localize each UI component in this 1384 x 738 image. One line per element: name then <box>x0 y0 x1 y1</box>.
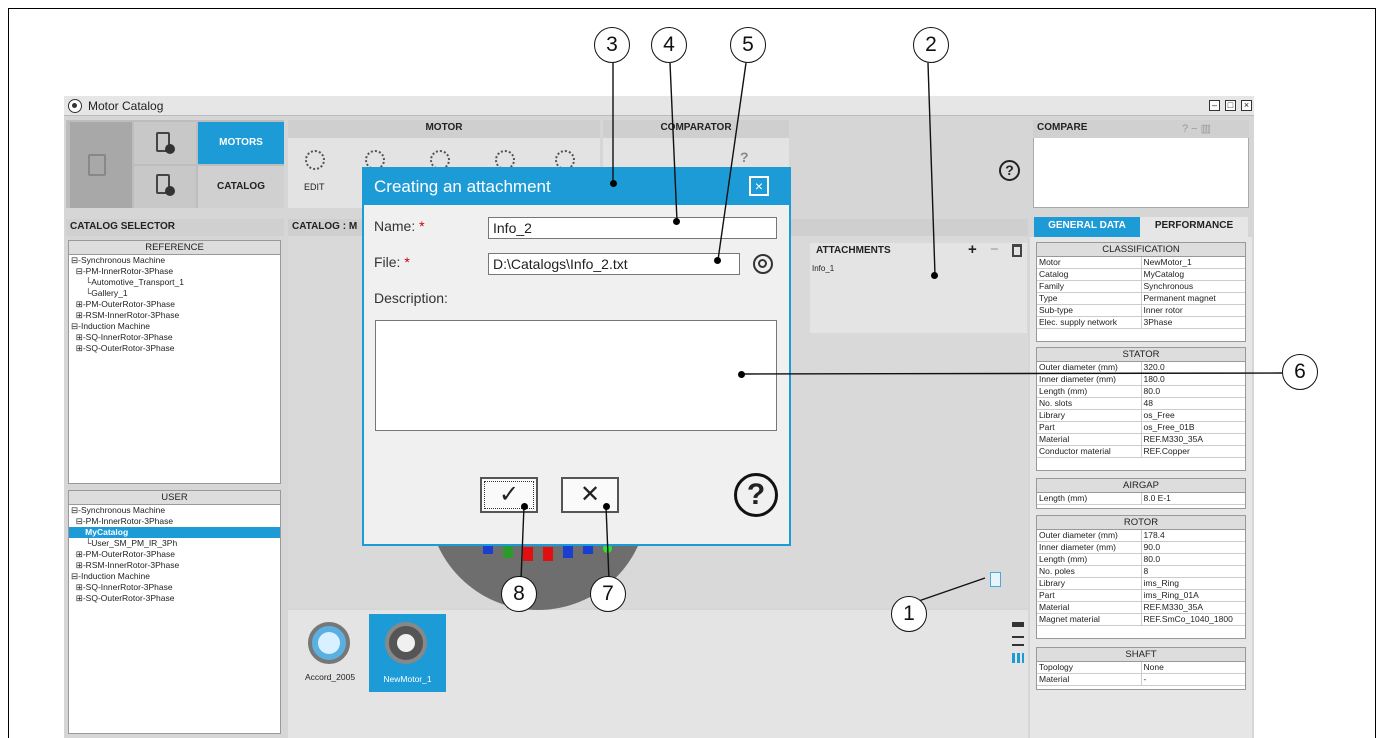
callout-1: 1 <box>891 596 927 632</box>
callout-dot <box>738 371 745 378</box>
callout-4: 4 <box>651 27 687 63</box>
callout-5: 5 <box>730 27 766 63</box>
callout-7: 7 <box>590 576 626 612</box>
callout-dot <box>931 272 938 279</box>
callout-dot <box>714 257 721 264</box>
callout-dot <box>673 218 680 225</box>
callout-dot <box>610 180 617 187</box>
callout-8: 8 <box>501 576 537 612</box>
callout-dot <box>521 503 528 510</box>
callout-6: 6 <box>1282 354 1318 390</box>
callout-3: 3 <box>594 27 630 63</box>
callout-leader-lines <box>520 62 1283 605</box>
callout-dot <box>603 503 610 510</box>
callout-2: 2 <box>913 27 949 63</box>
